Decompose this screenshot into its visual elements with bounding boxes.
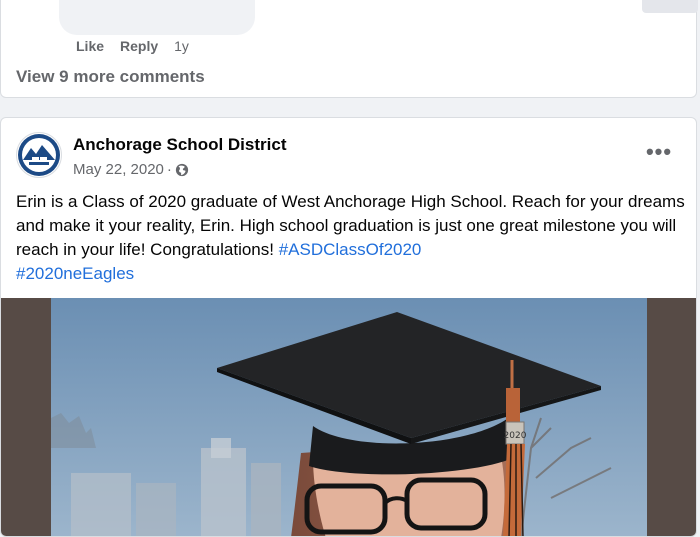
hashtag-link[interactable]: #2020neEagles xyxy=(16,264,134,283)
post-text: Erin is a Class of 2020 graduate of West… xyxy=(16,190,686,286)
meta-separator: · xyxy=(166,161,172,178)
like-comment-link[interactable]: Like xyxy=(76,38,104,54)
page-name-link[interactable]: Anchorage School District xyxy=(73,135,286,155)
more-horizontal-icon: ••• xyxy=(645,139,673,164)
post-meta: May 22, 2020 · xyxy=(73,161,189,178)
reply-comment-link[interactable]: Reply xyxy=(120,38,158,54)
comment-bubble xyxy=(59,0,255,35)
globe-icon xyxy=(175,163,189,176)
post-photo-container[interactable]: 2020 xyxy=(1,298,696,536)
comment-actions: Like Reply 1y xyxy=(76,38,189,54)
post-photo[interactable]: 2020 xyxy=(51,298,647,536)
hashtag-link[interactable]: #ASDClassOf2020 xyxy=(279,240,422,259)
more-options-button[interactable]: ••• xyxy=(641,139,677,164)
school-district-logo xyxy=(18,134,60,176)
page-avatar[interactable] xyxy=(16,132,62,178)
graduate-photo: 2020 xyxy=(51,298,647,536)
post-card: Anchorage School District May 22, 2020 ·… xyxy=(0,117,697,537)
comment-composer-edge xyxy=(642,0,698,13)
tassel-charm-text: 2020 xyxy=(504,431,527,441)
view-more-comments-link[interactable]: View 9 more comments xyxy=(16,67,205,87)
post-date-link[interactable]: May 22, 2020 xyxy=(73,161,164,178)
comment-timestamp[interactable]: 1y xyxy=(174,38,189,54)
previous-post-card: Like Reply 1y View 9 more comments xyxy=(0,0,698,98)
